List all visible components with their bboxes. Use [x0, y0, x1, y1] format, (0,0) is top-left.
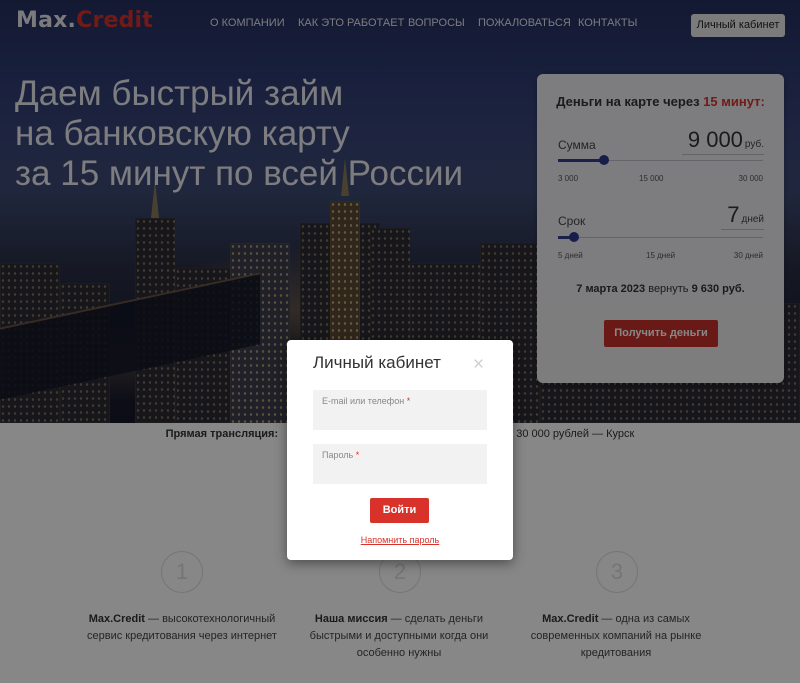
login-button[interactable]: Войти [370, 498, 429, 523]
required-mark: * [406, 396, 411, 406]
login-field[interactable]: E-mail или телефон * [313, 390, 487, 430]
password-field[interactable]: Пароль * [313, 444, 487, 484]
required-mark: * [355, 450, 360, 460]
modal-title: Личный кабинет [313, 353, 441, 372]
login-placeholder: E-mail или телефон * [322, 396, 410, 406]
login-modal: Личный кабинет × E-mail или телефон * Па… [287, 340, 513, 560]
password-placeholder: Пароль * [322, 450, 359, 460]
password-placeholder-text: Пароль [322, 450, 354, 460]
login-placeholder-text: E-mail или телефон [322, 396, 405, 406]
close-icon[interactable]: × [473, 354, 484, 376]
remind-password-link[interactable]: Напомнить пароль [287, 535, 513, 545]
